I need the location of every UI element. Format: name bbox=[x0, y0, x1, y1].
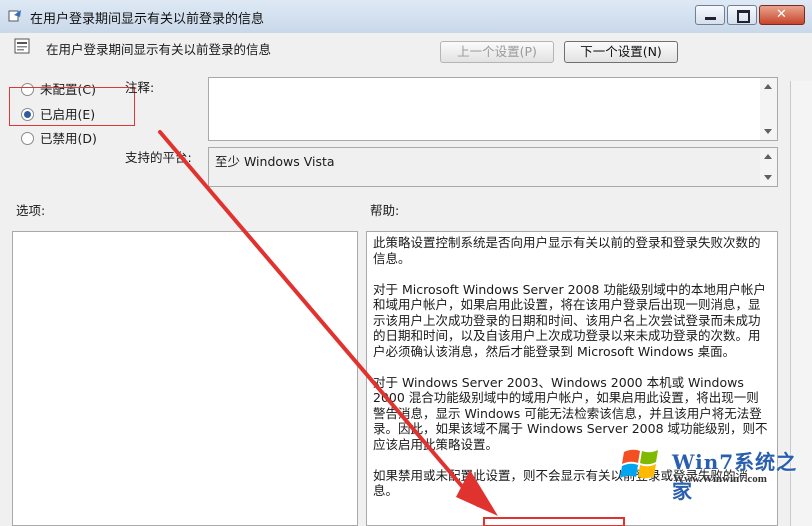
help-paragraph: 对于 Microsoft Windows Server 2008 功能级别域中的… bbox=[373, 281, 766, 359]
platform-scrollbar[interactable] bbox=[760, 148, 777, 186]
radio-disabled[interactable]: 已禁用(D) bbox=[21, 129, 97, 147]
scroll-up-icon[interactable] bbox=[764, 154, 772, 159]
title-bar: 在用户登录期间显示有关以前登录的信息 ✕ bbox=[0, 0, 812, 34]
policy-name: 在用户登录期间显示有关以前登录的信息 bbox=[46, 42, 272, 57]
scroll-down-icon[interactable] bbox=[764, 129, 772, 134]
policy-icon bbox=[14, 38, 30, 54]
options-label: 选项: bbox=[16, 203, 46, 218]
comment-textarea[interactable] bbox=[208, 77, 778, 141]
help-paragraph: 此策略设置控制系统是否向用户显示有关以前的登录和登录失败次数的信息。 bbox=[373, 235, 761, 266]
maximize-icon bbox=[737, 10, 750, 23]
minimize-button[interactable] bbox=[695, 5, 725, 25]
site-watermark: Win7系统之家 Www.Winwin7.com bbox=[610, 440, 810, 503]
watermark-url: Www.Winwin7.com bbox=[673, 473, 767, 485]
windows-logo-icon bbox=[620, 449, 658, 479]
options-pane bbox=[12, 231, 358, 526]
help-label: 帮助: bbox=[370, 203, 400, 218]
platform-field: 至少 Windows Vista bbox=[208, 147, 778, 187]
platform-label: 支持的平台: bbox=[125, 150, 192, 165]
previous-setting-button[interactable]: 上一个设置(P) bbox=[440, 41, 554, 63]
minimize-icon bbox=[705, 17, 716, 20]
comment-label: 注释: bbox=[125, 80, 155, 95]
scroll-down-icon[interactable] bbox=[764, 175, 772, 180]
scroll-up-icon[interactable] bbox=[764, 84, 772, 89]
radio-button[interactable] bbox=[21, 132, 34, 145]
enabled-highlight-box bbox=[9, 87, 135, 126]
platform-value: 至少 Windows Vista bbox=[215, 154, 335, 169]
next-setting-button[interactable]: 下一个设置(N) bbox=[564, 41, 678, 63]
radio-label: 已禁用(D) bbox=[40, 131, 97, 146]
close-icon: ✕ bbox=[776, 7, 787, 22]
maximize-button[interactable] bbox=[727, 5, 757, 25]
comment-scrollbar[interactable] bbox=[760, 78, 777, 140]
window-title: 在用户登录期间显示有关以前登录的信息 bbox=[30, 12, 265, 27]
policy-settings-icon bbox=[8, 10, 21, 22]
close-button[interactable]: ✕ bbox=[759, 5, 805, 25]
